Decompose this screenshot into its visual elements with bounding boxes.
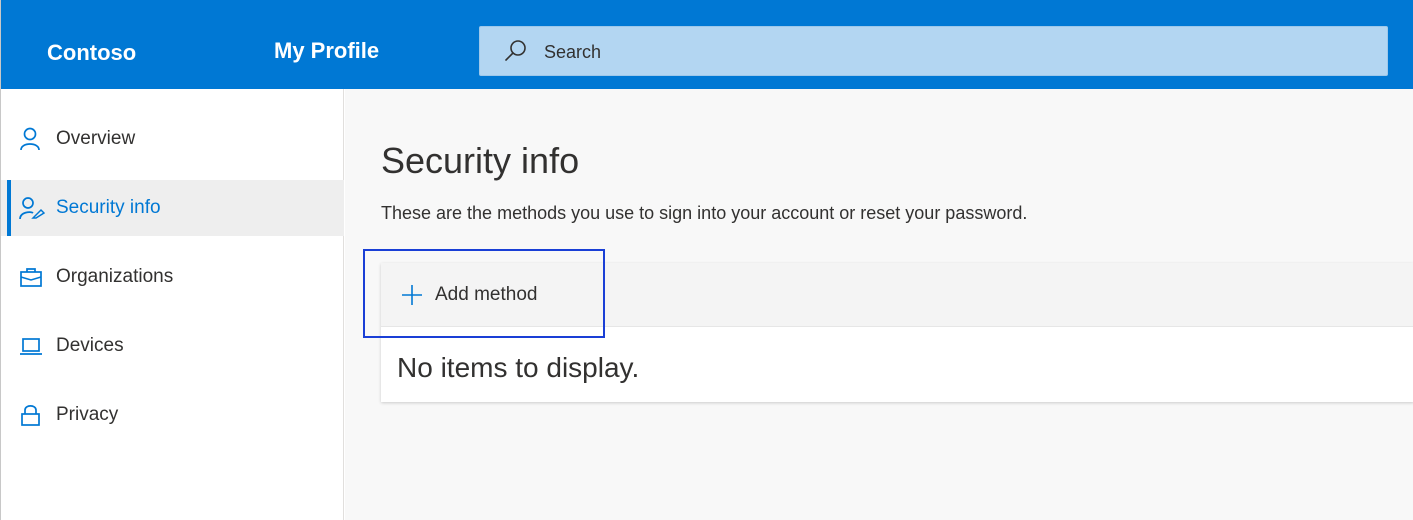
- search-input[interactable]: Search: [544, 27, 601, 77]
- add-method-label: Add method: [435, 284, 538, 305]
- sidebar-item-privacy[interactable]: Privacy: [1, 387, 344, 443]
- sidebar: Overview Security info Organizations Dev…: [1, 89, 344, 520]
- sidebar-item-devices[interactable]: Devices: [1, 318, 344, 374]
- search-box[interactable]: Search: [479, 26, 1388, 76]
- briefcase-icon: [20, 268, 42, 287]
- sidebar-item-security-info[interactable]: Security info: [1, 180, 344, 236]
- sidebar-item-label: Security info: [56, 197, 161, 218]
- plus-icon: [402, 285, 422, 305]
- sidebar-item-overview[interactable]: Overview: [1, 111, 344, 167]
- card-toolbar: Add method: [381, 263, 1413, 327]
- sidebar-item-label: Organizations: [56, 266, 174, 287]
- sidebar-item-label: Devices: [56, 335, 124, 356]
- brand-name[interactable]: Contoso: [47, 30, 136, 76]
- person-key-icon: [19, 197, 45, 220]
- add-method-button[interactable]: Add method: [393, 273, 545, 317]
- security-methods-card: Add method No items to display.: [381, 263, 1413, 402]
- page-description: These are the methods you use to sign in…: [381, 203, 1028, 223]
- lock-icon: [21, 405, 40, 426]
- sidebar-item-label: Overview: [56, 128, 136, 149]
- app-name[interactable]: My Profile: [274, 28, 379, 74]
- top-bar: Contoso My Profile Search: [1, 0, 1413, 89]
- main-content: Security info These are the methods you …: [345, 89, 1413, 520]
- sidebar-item-label: Privacy: [56, 404, 119, 425]
- laptop-icon: [20, 338, 42, 355]
- empty-state-message: No items to display.: [397, 352, 640, 383]
- sidebar-item-organizations[interactable]: Organizations: [1, 249, 344, 305]
- search-icon: [505, 40, 526, 61]
- app-window: Contoso My Profile Search Overview Secur…: [0, 0, 1413, 520]
- person-icon: [20, 127, 40, 151]
- page-title: Security info: [381, 140, 580, 181]
